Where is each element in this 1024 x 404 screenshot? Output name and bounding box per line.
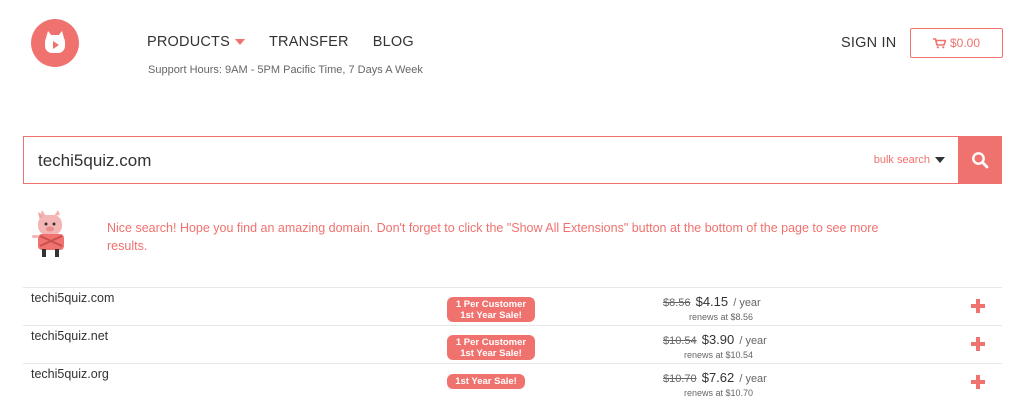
nav-transfer[interactable]: TRANSFER xyxy=(269,34,349,50)
price: $10.70 $7.62 / year xyxy=(663,370,767,385)
price: $8.56 $4.15 / year xyxy=(663,294,761,309)
nav-blog[interactable]: BLOG xyxy=(373,34,414,50)
domain-name: techi5quiz.net xyxy=(31,329,109,343)
search-tip-message: Nice search! Hope you find an amazing do… xyxy=(107,221,879,253)
nav-products-label: PRODUCTS xyxy=(147,34,230,50)
cart-total: $0.00 xyxy=(949,36,981,50)
search-icon xyxy=(972,152,989,169)
caret-down-icon xyxy=(935,157,945,163)
sale-badge: 1st Year Sale! xyxy=(447,374,525,389)
add-to-cart-button[interactable] xyxy=(971,375,985,394)
cart-icon xyxy=(932,37,946,48)
price-period: / year xyxy=(733,297,761,309)
price: $10.54 $3.90 / year xyxy=(663,332,767,347)
add-to-cart-button[interactable] xyxy=(971,299,985,318)
sale-badge: 1 Per Customer 1st Year Sale! xyxy=(447,335,535,360)
chevron-down-icon xyxy=(234,39,245,45)
result-row: techi5quiz.com 1 Per Customer 1st Year S… xyxy=(23,287,1002,325)
search-button[interactable] xyxy=(958,136,1002,184)
badge-line: 1st Year Sale! xyxy=(460,348,522,359)
current-price: $7.62 xyxy=(701,370,735,385)
support-hours: Support Hours: 9AM - 5PM Pacific Time, 7… xyxy=(148,64,423,76)
sale-badge: 1 Per Customer 1st Year Sale! xyxy=(447,297,535,322)
cart-button[interactable]: $0.00 xyxy=(910,28,1003,58)
badge-line: 1st Year Sale! xyxy=(455,376,517,387)
add-to-cart-button[interactable] xyxy=(971,337,985,356)
plus-icon xyxy=(971,337,985,351)
badge-line: 1st Year Sale! xyxy=(460,310,522,321)
domain-name: techi5quiz.com xyxy=(31,291,115,305)
sign-in-link[interactable]: SIGN IN xyxy=(841,35,896,51)
search-input[interactable] xyxy=(38,149,738,173)
old-price: $8.56 xyxy=(663,297,691,309)
result-row: techi5quiz.org 1st Year Sale! $10.70 $7.… xyxy=(23,363,1002,401)
main-nav: PRODUCTS TRANSFER BLOG xyxy=(147,34,438,50)
current-price: $3.90 xyxy=(701,332,735,347)
badge-line: 1 Per Customer xyxy=(455,337,527,348)
domain-name: techi5quiz.org xyxy=(31,367,109,381)
current-price: $4.15 xyxy=(695,294,729,309)
plus-icon xyxy=(971,299,985,313)
bulk-search-dropdown[interactable]: bulk search xyxy=(874,154,945,166)
old-price: $10.70 xyxy=(663,373,697,385)
price-period: / year xyxy=(739,335,767,347)
renew-price: renews at $10.70 xyxy=(683,388,753,398)
renew-price: renews at $8.56 xyxy=(688,312,753,322)
nav-products[interactable]: PRODUCTS xyxy=(147,34,245,50)
pig-mascot-icon xyxy=(28,208,78,263)
renew-price: renews at $10.54 xyxy=(683,350,753,360)
search-bar: bulk search xyxy=(23,136,959,184)
pig-logo-icon[interactable] xyxy=(31,19,79,67)
old-price: $10.54 xyxy=(663,335,697,347)
bulk-search-label: bulk search xyxy=(873,154,930,166)
price-period: / year xyxy=(739,373,767,385)
results-list: techi5quiz.com 1 Per Customer 1st Year S… xyxy=(23,287,1002,401)
result-row: techi5quiz.net 1 Per Customer 1st Year S… xyxy=(23,325,1002,363)
plus-icon xyxy=(971,375,985,389)
badge-line: 1 Per Customer xyxy=(455,299,527,310)
